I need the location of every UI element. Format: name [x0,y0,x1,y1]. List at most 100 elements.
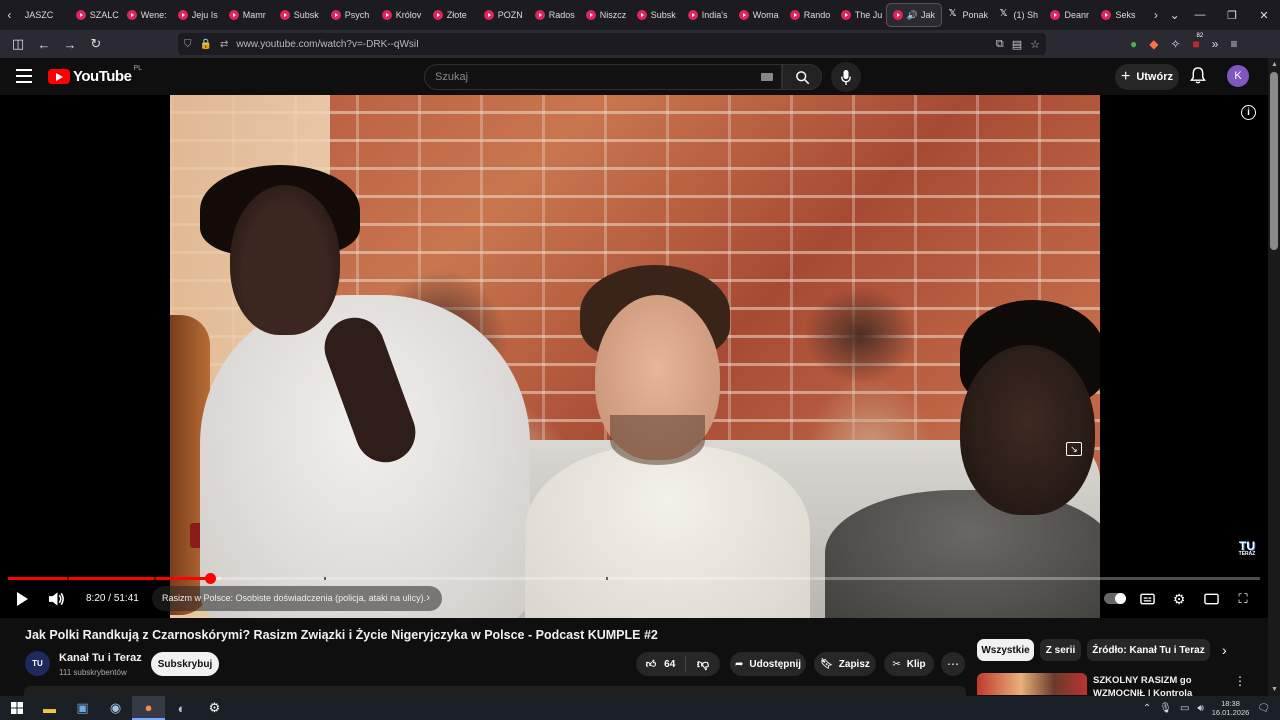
tab-7[interactable]: Królov [376,3,427,27]
recommended-title[interactable]: SZKOLNY RASIZM go WZMOCNIŁ | Kontrola Or… [1093,674,1223,696]
channel-watermark[interactable]: TU TERAZ [1235,540,1259,562]
settings-button[interactable]: ⚙ HD [1170,589,1188,609]
sidebar-toggle-icon[interactable]: ◫ [6,32,30,56]
tab-1[interactable]: SZALC [70,3,121,27]
tab-13[interactable]: India's [682,3,733,27]
save-button[interactable]: 🔖︎ Zapisz [814,652,876,676]
share-button[interactable]: ➦ Udostępnij [730,652,806,676]
scrollbar-thumb[interactable] [1270,72,1278,250]
voice-search-button[interactable] [831,62,861,92]
minimize-icon[interactable]: — [1184,9,1216,22]
scroll-down-icon[interactable]: ▼ [1271,686,1278,693]
clock[interactable]: 18:38 16.01.2026 [1212,699,1250,717]
tab-5[interactable]: Subsk [274,3,325,27]
subscribe-button[interactable]: Subskrybuj [151,652,219,676]
scrubber-handle[interactable] [204,573,216,584]
settings-gear-icon[interactable]: ⚙ [198,696,231,720]
tray-microphone-icon[interactable]: 🎙︎ [1159,703,1172,714]
tab-after-3[interactable]: Seks [1095,3,1146,27]
overflow-chevron-icon[interactable]: » [1212,37,1219,51]
like-button[interactable]: 👍︎ 64 [636,656,686,672]
tab-list-dropdown-icon[interactable]: ⌄ [1165,3,1184,27]
ublock-extension-icon[interactable]: ■ 82 [1193,33,1204,51]
notifications-bell-icon[interactable] [1190,67,1208,85]
monitor-app-icon[interactable]: ▣ [66,696,99,720]
chip-series[interactable]: Z serii [1040,639,1081,661]
play-button[interactable] [14,589,30,609]
file-explorer-icon[interactable]: ▬ [33,696,66,720]
info-icon[interactable]: i [1241,105,1256,120]
chapter-title-button[interactable]: Rasizm w Polsce: Osobiste doświadczenia … [152,586,442,611]
tab-active[interactable]: 🔊 Jak ✕ [885,3,943,27]
channel-avatar[interactable]: TU [25,651,50,676]
channel-name[interactable]: Kanał Tu i Teraz [59,652,142,664]
tab-3[interactable]: Jeju Is [172,3,223,27]
reader-view-icon[interactable]: ▤ [1012,38,1022,51]
tab-15[interactable]: Rando [784,3,835,27]
app-icon[interactable]: ◐ [165,696,198,720]
tab-16[interactable]: The Ju [835,3,886,27]
tab-10[interactable]: Rados [529,3,580,27]
tab-14[interactable]: Woma [733,3,784,27]
tab-4[interactable]: Mamr [223,3,274,27]
chip-source[interactable]: Źródło: Kanał Tu i Teraz [1087,639,1210,661]
tab-6[interactable]: Psych [325,3,376,27]
picture-in-picture-icon[interactable]: ⧉ [996,38,1004,51]
forward-icon[interactable]: → [58,32,82,56]
recommended-more-icon[interactable]: ⋮ [1234,674,1246,688]
start-windows-icon[interactable] [0,696,33,720]
extensions-puzzle-icon[interactable]: ✧ [1170,37,1180,51]
close-window-icon[interactable]: ✕ [1248,9,1280,22]
tab-12[interactable]: Subsk [631,3,682,27]
tray-volume-icon[interactable]: 🔊︎ [1197,703,1203,714]
tab-2[interactable]: Wene: [121,3,172,27]
scroll-tabs-right-icon[interactable]: › [1146,3,1165,27]
progress-bar[interactable] [8,573,1260,584]
recommended-thumbnail[interactable] [977,673,1087,695]
tab-0[interactable]: JASZC [19,3,70,27]
account-avatar[interactable]: K [1227,65,1249,87]
search-input[interactable]: Szukaj [424,64,782,90]
url-text[interactable]: www.youtube.com/watch?v=-DRK--qWsiI [236,39,419,50]
subtitles-button[interactable] [1138,589,1156,609]
tab-8[interactable]: Złote [427,3,478,27]
more-actions-icon[interactable]: ⋯ [941,652,965,676]
vpn-extension-icon[interactable]: ● [1130,37,1137,51]
scroll-up-icon[interactable]: ▲ [1271,61,1278,68]
search-button[interactable] [782,64,822,90]
autoplay-toggle[interactable] [1104,593,1126,604]
fox-extension-icon[interactable]: ◆ [1149,37,1158,51]
tray-chevron-icon[interactable]: ⌃ [1143,703,1151,714]
fullscreen-button[interactable]: ⛶ [1234,589,1252,609]
video-frame[interactable] [170,95,1100,618]
guide-menu-icon[interactable] [16,69,32,83]
description-box[interactable] [24,686,966,696]
lock-icon[interactable]: 🔒 [200,39,212,50]
url-bar[interactable]: ⛉ 🔒 ⇄ www.youtube.com/watch?v=-DRK--qWsi… [178,33,1046,55]
dislike-button[interactable]: 👎︎ [686,657,720,672]
back-icon[interactable]: ← [32,32,56,56]
video-player[interactable]: i ↘ TU TERAZ 8:20 / 51:41 Rasizm w Polsc… [0,95,1268,618]
firefox-icon[interactable]: ● [132,696,165,720]
mute-button[interactable] [46,589,66,609]
tray-network-icon[interactable]: ▭ [1180,703,1189,714]
page-scrollbar[interactable]: ▲ ▼ [1268,58,1280,696]
miniplayer-icon[interactable]: ↘ [1066,442,1082,456]
restore-icon[interactable]: ❐ [1216,9,1248,22]
clip-button[interactable]: ✂ Klip [884,652,934,676]
theater-mode-button[interactable] [1202,589,1220,609]
reload-icon[interactable]: ↻ [84,32,108,56]
youtube-logo[interactable]: YouTube PL [48,65,142,85]
tab-after-1[interactable]: (1) Sh [993,3,1044,27]
notifications-icon[interactable]: 🗨︎ [1257,703,1270,714]
scroll-tabs-left-icon[interactable]: ‹ [0,3,19,27]
shield-icon[interactable]: ⛉ [184,39,192,50]
tab-after-2[interactable]: Deanr [1044,3,1095,27]
chips-next-chevron-icon[interactable]: › [1222,642,1227,658]
tab-11[interactable]: Niszcz [580,3,631,27]
app-menu-icon[interactable]: ≡ [1230,37,1237,51]
tab-9[interactable]: POZN [478,3,529,27]
tab-after-0[interactable]: Ponak [942,3,993,27]
steam-icon[interactable]: ◉ [99,696,132,720]
keyboard-icon[interactable] [761,73,773,81]
